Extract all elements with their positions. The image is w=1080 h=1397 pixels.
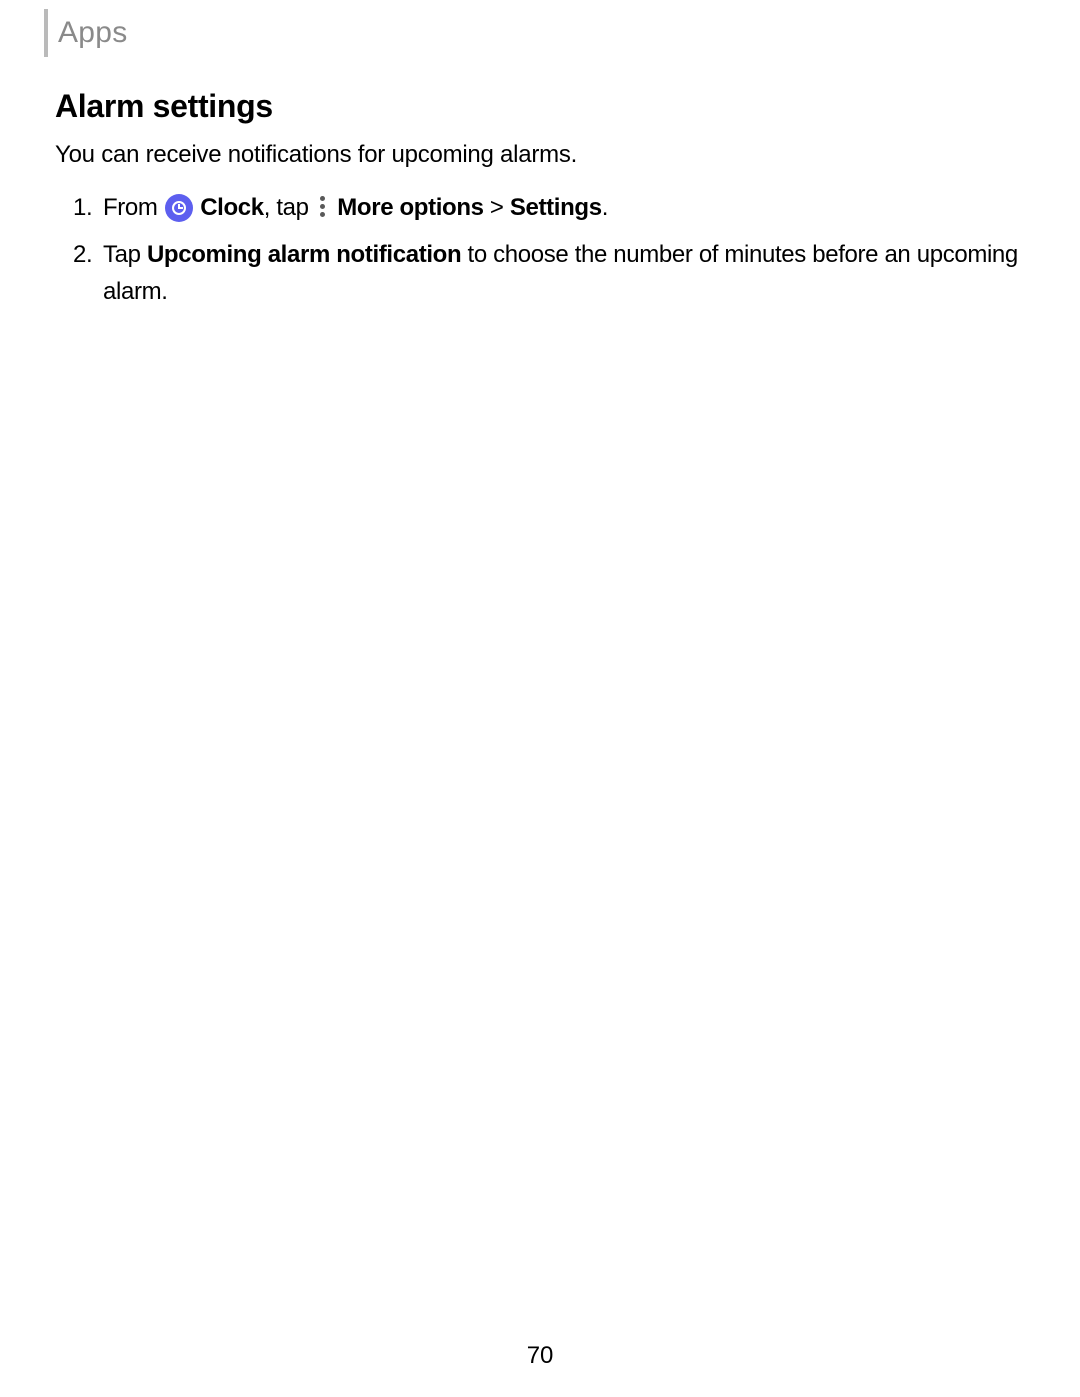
step-text-from: From bbox=[103, 194, 164, 221]
more-options-icon bbox=[317, 196, 329, 218]
step-text-tap: Tap bbox=[103, 241, 147, 268]
step-number: 2. bbox=[73, 236, 92, 273]
step-text-clock: Clock bbox=[200, 194, 264, 221]
instruction-steps: 1. From Clock, tap More options > Settin… bbox=[55, 189, 1025, 311]
step-2: 2. Tap Upcoming alarm notification to ch… bbox=[103, 236, 1025, 310]
step-text-more-options: More options bbox=[337, 194, 483, 221]
step-1: 1. From Clock, tap More options > Settin… bbox=[103, 189, 1025, 226]
step-text-period: . bbox=[602, 194, 608, 221]
step-text-gt: > bbox=[484, 194, 510, 221]
header-accent-bar bbox=[44, 9, 48, 57]
step-text-tap: , tap bbox=[264, 194, 315, 221]
page-header: Apps bbox=[44, 9, 128, 57]
clock-icon bbox=[165, 194, 193, 222]
section-intro: You can receive notifications for upcomi… bbox=[55, 141, 1025, 169]
step-text-settings: Settings bbox=[510, 194, 602, 221]
header-title: Apps bbox=[58, 16, 128, 50]
step-text-upcoming: Upcoming alarm notification bbox=[147, 241, 461, 268]
step-number: 1. bbox=[73, 189, 92, 226]
section-title: Alarm settings bbox=[55, 88, 1025, 125]
main-content: Alarm settings You can receive notificat… bbox=[55, 88, 1025, 321]
page-number: 70 bbox=[527, 1342, 553, 1370]
